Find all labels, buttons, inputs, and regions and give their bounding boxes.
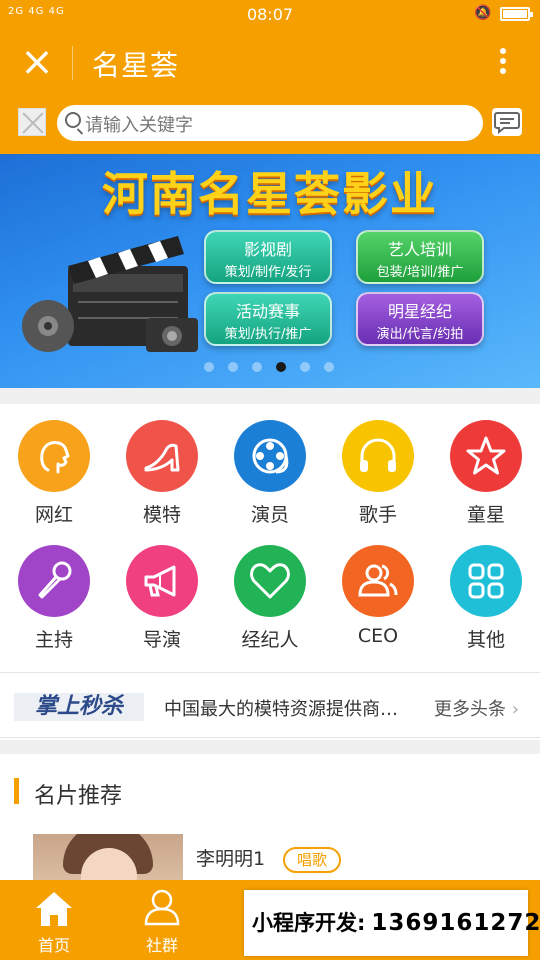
close-button[interactable]: ×: [18, 42, 56, 84]
category-label: 导演: [142, 629, 181, 651]
heart-icon: [234, 545, 306, 617]
home-icon: [36, 892, 72, 926]
promo-number: 13691612727: [371, 910, 540, 936]
profile-name[interactable]: 李明明1: [196, 844, 265, 871]
headphones-icon: [342, 420, 414, 492]
category-5[interactable]: 童星: [432, 404, 540, 527]
divider: [0, 740, 540, 754]
carousel-dots[interactable]: [204, 362, 348, 374]
more-menu-button[interactable]: [490, 44, 516, 84]
carousel-dot[interactable]: [228, 362, 238, 372]
section-title: 名片推荐: [34, 784, 123, 809]
category-label: 其他: [466, 629, 505, 651]
clock: 08:07: [246, 5, 294, 24]
carousel-dot[interactable]: [300, 362, 310, 372]
people-icon: [342, 545, 414, 617]
recommend-section: 名片推荐 李明明1 唱歌: [0, 754, 540, 894]
tab-community-label: 社群: [145, 936, 178, 955]
category-label: 童星: [466, 504, 505, 526]
flash-sale-logo: 掌上秒杀: [14, 693, 144, 721]
search-placeholder: 请输入关键字: [85, 115, 193, 136]
battery-icon: [500, 7, 533, 21]
category-label: 经纪人: [241, 629, 299, 651]
category-label: 主持: [34, 629, 73, 651]
banner-card-film: 影视剧 策划/制作/发行: [204, 230, 332, 284]
carousel-dot[interactable]: [276, 362, 286, 372]
carousel-dot[interactable]: [324, 362, 334, 372]
category-9[interactable]: CEO: [324, 529, 432, 647]
category-2[interactable]: 模特: [108, 404, 216, 527]
chevron-right-icon: ›: [511, 699, 519, 720]
news-ticker[interactable]: 掌上秒杀 中国最大的模特资源提供商… 更多头条 ›: [0, 672, 540, 738]
microphone-icon: [18, 545, 90, 617]
face-profile-icon: [18, 420, 90, 492]
banner-card-events: 活动赛事 策划/执行/推广: [204, 292, 332, 346]
category-label: 模特: [142, 504, 181, 526]
promo-banner[interactable]: 河南名星荟影业 影视剧 策划/制作/发行 艺人培训 包装/培训/推广 活动赛事 …: [0, 154, 540, 388]
page-title: 名星荟: [92, 49, 180, 82]
category-6[interactable]: 主持: [0, 529, 108, 652]
skill-tag: 唱歌: [283, 847, 341, 873]
category-4[interactable]: 歌手: [324, 404, 432, 527]
category-label: 演员: [250, 504, 289, 526]
film-reel-icon: [234, 420, 306, 492]
tab-home-label: 首页: [37, 936, 70, 955]
bell-off-icon: 🔕: [474, 5, 492, 21]
grid-icon: [450, 545, 522, 617]
divider: [0, 388, 540, 404]
carousel-dot[interactable]: [252, 362, 262, 372]
tab-home[interactable]: 首页: [0, 880, 108, 960]
section-accent: [14, 778, 19, 804]
title-divider: [72, 46, 73, 80]
community-icon: [144, 889, 180, 926]
category-label: 歌手: [358, 504, 397, 526]
search-bar: 请输入关键字: [0, 98, 540, 154]
high-heel-icon: [126, 420, 198, 492]
status-bar: 2G 4G 4G 08:07 🔕: [0, 0, 540, 30]
more-news-link[interactable]: 更多头条 ›: [434, 695, 519, 721]
carousel-dot[interactable]: [204, 362, 214, 372]
category-10[interactable]: 其他: [432, 529, 540, 652]
category-grid: 网红 模特 演员 歌手 童星主持 导演 经纪人 CEO 其他: [0, 404, 540, 670]
category-3[interactable]: 演员: [216, 404, 324, 527]
broken-image-icon[interactable]: [18, 108, 46, 136]
category-8[interactable]: 经纪人: [216, 529, 324, 652]
category-label: 网红: [34, 504, 73, 526]
banner-headline: 河南名星荟影业: [102, 167, 438, 221]
search-icon: [65, 112, 81, 128]
promo-label: 小程序开发:: [252, 911, 366, 935]
title-bar: × 名星荟: [0, 30, 540, 98]
category-7[interactable]: 导演: [108, 529, 216, 652]
star-icon: [450, 420, 522, 492]
megaphone-icon: [126, 545, 198, 617]
search-input[interactable]: 请输入关键字: [57, 105, 483, 141]
category-1[interactable]: 网红: [0, 404, 108, 527]
banner-card-training: 艺人培训 包装/培训/推广: [356, 230, 484, 284]
clapperboard-icon: [22, 236, 198, 352]
message-icon[interactable]: [492, 108, 522, 136]
tab-community[interactable]: 社群: [108, 880, 216, 960]
banner-card-agency: 明星经纪 演出/代言/约拍: [356, 292, 484, 346]
news-headline[interactable]: 中国最大的模特资源提供商…: [164, 695, 422, 721]
promo-overlay: 小程序开发: 13691612727: [244, 890, 540, 956]
category-label: CEO: [357, 625, 399, 647]
